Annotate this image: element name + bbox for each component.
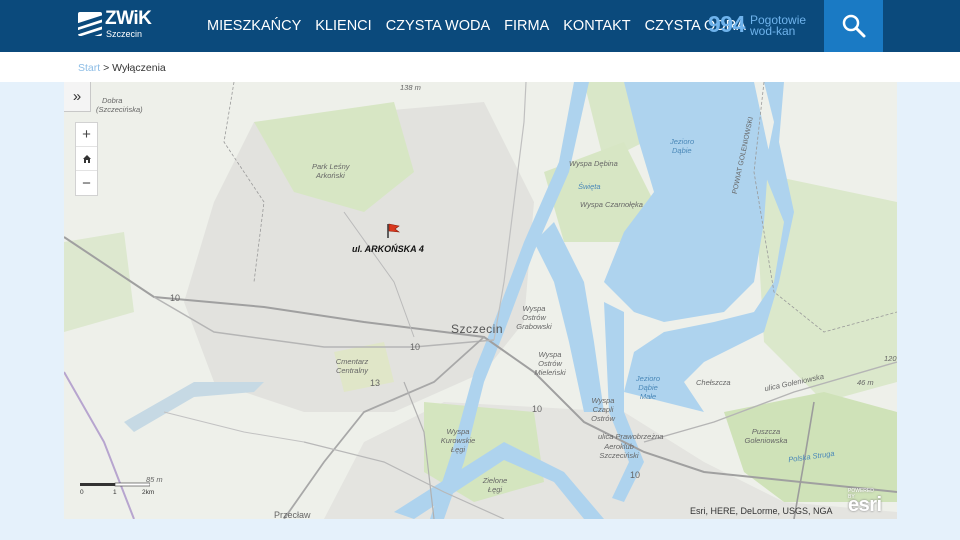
map-label-prawobrzezna: ulica Prawobrzeżna (598, 432, 664, 441)
breadcrumb-bar: Start > Wyłączenia (0, 52, 960, 82)
map-label-cmentarz: Cmentarz Centralny (335, 357, 369, 375)
hotline-text-2: wod-kan (750, 24, 796, 38)
esri-logo[interactable]: POWERED BY esri (848, 488, 882, 517)
logo-name: ZWiK (105, 8, 152, 29)
scale-label-2km: 2km (142, 489, 155, 496)
map-label-elev-46: 46 m (857, 378, 874, 387)
map-label-kurowskie-legi: Wyspa Kurowskie Łęgi (440, 427, 476, 454)
map-label-elev-138: 138 m (400, 83, 421, 92)
flag-icon[interactable] (386, 223, 400, 239)
nav-klienci[interactable]: KLIENCI (308, 18, 378, 34)
map-label-swieta: Święta (578, 182, 601, 191)
map-label-szczecin: Szczecin (451, 322, 504, 336)
map-zoom-controls: + − (75, 122, 98, 196)
map-label-road-10a: 10 (170, 293, 181, 303)
search-icon (842, 14, 865, 38)
breadcrumb: Start > Wyłączenia (78, 62, 166, 74)
search-button[interactable] (824, 0, 883, 52)
map-basemap (64, 82, 897, 519)
panel-toggle-button[interactable]: » (64, 82, 91, 112)
marker-label: ul. ARKOŃSKA 4 (352, 244, 424, 254)
map-label-road-10b: 10 (410, 342, 421, 352)
map-label-dobra: Dobra (102, 96, 123, 105)
breadcrumb-home[interactable]: Start (78, 62, 100, 74)
scale-label-1: 1 (113, 489, 117, 496)
chevrons-right-icon: » (72, 88, 82, 105)
map-label-jezioro-dabie-2: Dąbie (672, 146, 692, 155)
site-header: ZWiK Szczecin MIESZKAŃCY KLIENCI CZYSTA … (0, 0, 960, 52)
outage-map[interactable]: » + − Dobra (Szczecińska) 138 m Park Leś… (64, 82, 897, 519)
map-label-zielone-legi: Zielone Łęgi (482, 476, 508, 494)
map-label-puszcza: Puszcza Goleniowska (744, 427, 788, 445)
map-label-aeroklub: Aeroklub Szczeciński (599, 442, 639, 460)
logo-city: Szczecin (106, 29, 143, 39)
esri-powered-by: POWERED BY (848, 488, 874, 500)
nav-czysta-woda[interactable]: CZYSTA WODA (379, 18, 497, 34)
map-label-przeclaw: Przecław (274, 510, 311, 519)
hotline-number: 994 (708, 11, 745, 37)
scale-label-0: 0 (80, 489, 84, 496)
map-scale-bar: 0 1 2km (80, 482, 154, 496)
map-label-wyspa-debina: Wyspa Dębina (569, 159, 618, 168)
home-icon (82, 154, 91, 163)
map-attribution: Esri, HERE, DeLorme, USGS, NGA (690, 506, 833, 516)
zwik-logo-mark (78, 12, 102, 36)
map-label-chelszcza: Chełszcza (696, 378, 731, 387)
map-label-road-10c: 10 (532, 404, 543, 414)
breadcrumb-current: Wyłączenia (112, 62, 166, 74)
zoom-out-button[interactable]: − (76, 171, 97, 195)
nav-mieszkancy[interactable]: MIESZKAŃCY (200, 18, 308, 34)
map-label-wyspa-czapli: Wyspa Czapli Ostrów (591, 396, 615, 423)
map-label-jezioro-male: Jezioro Dąbie Małe (635, 374, 661, 401)
map-label-ostrow-grabowski: Wyspa Ostrów Grabowski (516, 304, 552, 331)
map-label-arkonski: Arkoński (316, 171, 345, 180)
map-label-jezioro-dabie: Jezioro (670, 137, 695, 146)
main-nav: MIESZKAŃCY KLIENCI CZYSTA WODA FIRMA KON… (200, 0, 753, 52)
nav-firma[interactable]: FIRMA (497, 18, 556, 34)
map-label-wyspa-czarnoleka: Wyspa Czarnołęka (580, 200, 643, 209)
breadcrumb-separator: > (100, 62, 113, 74)
zwik-logo[interactable]: ZWiK Szczecin (78, 8, 158, 42)
map-label-park-lesny: Park Leśny (312, 162, 350, 171)
map-label-ostrow-mielenski: Wyspa Ostrów Mieleński (534, 350, 566, 377)
home-button[interactable] (76, 147, 97, 171)
nav-kontakt[interactable]: KONTAKT (556, 18, 637, 34)
map-label-dobra-2: (Szczecińska) (96, 105, 143, 114)
zoom-in-button[interactable]: + (76, 123, 97, 147)
map-label-elev-120: 120 (884, 354, 897, 363)
map-label-road-10d: 10 (630, 470, 641, 480)
map-label-road-13: 13 (370, 378, 381, 388)
